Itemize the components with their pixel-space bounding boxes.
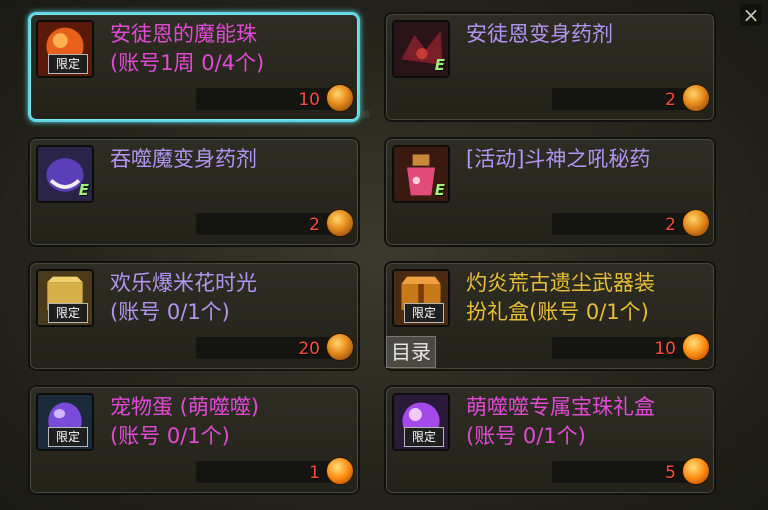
fire-orb-icon: 限定 bbox=[36, 20, 94, 78]
limited-badge: 限定 bbox=[48, 427, 88, 447]
price-bar: 2 bbox=[196, 209, 354, 237]
item-name: [活动]斗神之吼秘药 bbox=[466, 147, 651, 171]
item-price: 20 bbox=[298, 339, 320, 359]
item-price: 10 bbox=[654, 339, 676, 359]
item-card[interactable]: 限定 欢乐爆米花时光 (账号 0/1个) 20 bbox=[28, 261, 360, 371]
item-name: 安徒恩的魔能珠 (账号1周 0/4个) bbox=[110, 22, 265, 75]
item-price: 2 bbox=[665, 90, 676, 110]
coin-icon bbox=[326, 84, 354, 112]
close-button[interactable]: × bbox=[740, 4, 762, 26]
purple-demon-icon: E bbox=[36, 145, 94, 203]
coin-icon bbox=[682, 457, 710, 485]
item-card[interactable]: E 吞噬魔变身药剂 2 bbox=[28, 137, 360, 247]
price-bar: 20 bbox=[196, 333, 354, 361]
item-price: 5 bbox=[665, 463, 676, 483]
popcorn-box-icon: 限定 bbox=[36, 269, 94, 327]
coin-icon bbox=[326, 457, 354, 485]
coin-icon bbox=[682, 209, 710, 237]
e-badge: E bbox=[434, 181, 445, 199]
price-bar: 2 bbox=[552, 209, 710, 237]
limited-badge: 限定 bbox=[404, 427, 444, 447]
coin-icon bbox=[326, 209, 354, 237]
price-bar: 10 bbox=[196, 84, 354, 112]
item-name: 安徒恩变身药剂 bbox=[466, 22, 613, 46]
price-bar: 10 bbox=[552, 333, 710, 361]
dark-creature-icon: E bbox=[392, 20, 450, 78]
e-badge: E bbox=[434, 56, 445, 74]
item-name: 灼炎荒古遗尘武器装 扮礼盒(账号 0/1个) bbox=[466, 271, 655, 324]
item-price: 1 bbox=[309, 463, 320, 483]
item-price: 2 bbox=[665, 215, 676, 235]
price-bar: 1 bbox=[196, 457, 354, 485]
potion-flask-icon: E bbox=[392, 145, 450, 203]
item-card[interactable]: 限定 安徒恩的魔能珠 (账号1周 0/4个) 10 bbox=[28, 12, 360, 122]
price-bar: 2 bbox=[552, 84, 710, 112]
weapon-box-icon: 限定 bbox=[392, 269, 450, 327]
coin-icon bbox=[682, 333, 710, 361]
item-card[interactable]: E [活动]斗神之吼秘药 2 bbox=[384, 137, 716, 247]
item-card[interactable]: E 安徒恩变身药剂 2 bbox=[384, 12, 716, 122]
item-price: 10 bbox=[298, 90, 320, 110]
item-name: 萌噬噬专属宝珠礼盒 (账号 0/1个) bbox=[466, 395, 655, 448]
item-name: 吞噬魔变身药剂 bbox=[110, 147, 257, 171]
purple-orb-box-icon: 限定 bbox=[392, 393, 450, 451]
coin-icon bbox=[682, 84, 710, 112]
limited-badge: 限定 bbox=[48, 303, 88, 323]
price-bar: 5 bbox=[552, 457, 710, 485]
limited-badge: 限定 bbox=[404, 303, 444, 323]
limited-badge: 限定 bbox=[48, 54, 88, 74]
e-badge: E bbox=[78, 181, 89, 199]
item-price: 2 bbox=[309, 215, 320, 235]
item-card[interactable]: 限定 萌噬噬专属宝珠礼盒 (账号 0/1个) 5 bbox=[384, 385, 716, 495]
pet-egg-icon: 限定 bbox=[36, 393, 94, 451]
item-name: 欢乐爆米花时光 (账号 0/1个) bbox=[110, 271, 257, 324]
coin-icon bbox=[326, 333, 354, 361]
item-name: 宠物蛋 (萌噬噬) (账号 0/1个) bbox=[110, 395, 260, 448]
item-card[interactable]: 限定 宠物蛋 (萌噬噬) (账号 0/1个) 1 bbox=[28, 385, 360, 495]
catalog-tooltip: 目录 bbox=[386, 336, 436, 368]
